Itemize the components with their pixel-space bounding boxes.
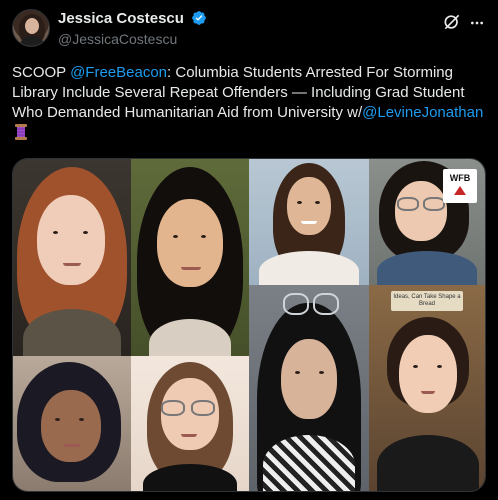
photo-3[interactable]: [249, 159, 369, 285]
verified-badge-icon: [192, 11, 207, 25]
tweet-media-grid[interactable]: WFB Ideas, Can Take Shape a Bread: [12, 158, 486, 492]
mention-levinejonathan-link[interactable]: @LevineJonathan: [362, 104, 483, 121]
photo-2[interactable]: [131, 159, 249, 356]
author-handle[interactable]: @JessicaCostescu: [58, 31, 207, 47]
photo-4[interactable]: WFB: [369, 159, 485, 285]
tweet-text-part1: SCOOP: [12, 64, 71, 81]
author-display-name[interactable]: Jessica Costescu: [58, 10, 184, 27]
tweet-header: Jessica Costescu @JessicaCostescu: [12, 9, 486, 49]
author-info: Jessica Costescu @JessicaCostescu: [58, 10, 207, 47]
photo-5[interactable]: [13, 356, 131, 491]
mention-freebeacon-link[interactable]: @FreeBeacon: [70, 64, 167, 81]
thread-spool-emoji: [15, 124, 27, 140]
photo-8[interactable]: Ideas, Can Take Shape a Bread: [369, 285, 485, 491]
photo-6[interactable]: [131, 356, 249, 491]
photo-1[interactable]: [13, 159, 131, 356]
author-avatar[interactable]: [12, 9, 50, 47]
tweet-text: SCOOP @FreeBeacon: Columbia Students Arr…: [12, 63, 488, 143]
photo-7[interactable]: [249, 285, 369, 491]
more-icon[interactable]: [468, 15, 486, 31]
grok-icon[interactable]: [442, 12, 462, 32]
shop-sign: Ideas, Can Take Shape a Bread: [391, 291, 463, 311]
wfb-badge-text: WFB: [449, 173, 471, 183]
tweet-post[interactable]: Jessica Costescu @JessicaCostescu SCOOP …: [0, 0, 498, 500]
wfb-badge: WFB: [443, 169, 477, 203]
